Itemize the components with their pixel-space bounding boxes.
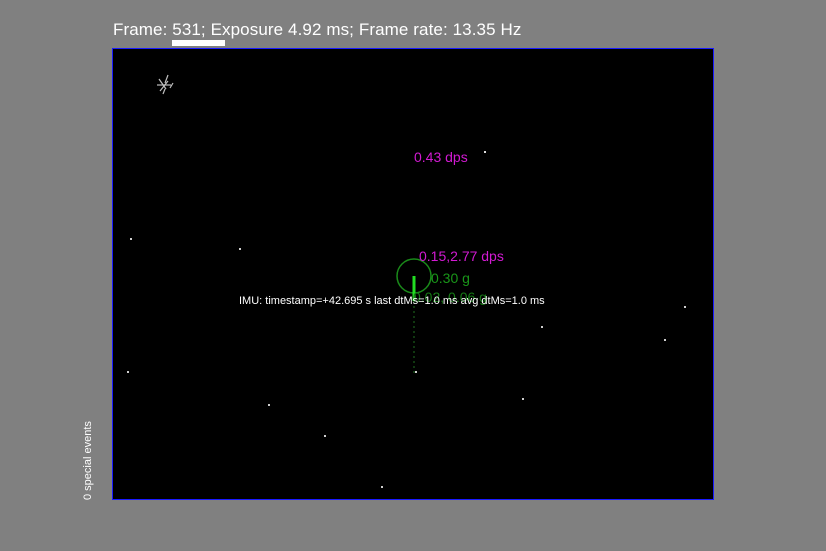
gyro-tilt-roll-rate: 0.15,2.77 dps — [419, 248, 504, 264]
special-events-count: 0 special events — [82, 421, 94, 500]
accel-magnitude: 0.30 g — [431, 270, 470, 286]
imu-status-text: IMU: timestamp=+42.695 s last dtMs=1.0 m… — [239, 295, 545, 307]
gyro-pan-rate: 0.43 dps — [414, 149, 468, 165]
pan-rate-marker — [484, 151, 486, 153]
event-display-canvas[interactable]: 0.43 dps 0.15,2.77 dps 0.30 g 0.02, 0.06… — [112, 48, 714, 500]
davis-viewer-window: Frame: 531; Exposure 4.92 ms; Frame rate… — [0, 0, 826, 551]
event-cluster — [157, 74, 174, 95]
frame-progress-bar — [172, 40, 225, 46]
frame-status-text: Frame: 531; Exposure 4.92 ms; Frame rate… — [113, 20, 522, 39]
imu-overlay — [157, 74, 486, 375]
